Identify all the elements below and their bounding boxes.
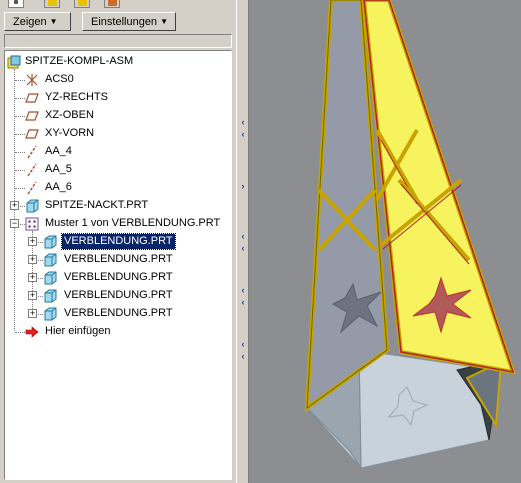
chevron-down-icon: ▼ bbox=[160, 17, 168, 26]
tree-item-yz-rechts[interactable]: YZ-RECHTS bbox=[5, 89, 231, 107]
tree-connector bbox=[15, 116, 25, 117]
collapse-left-icon[interactable]: ‹ bbox=[239, 232, 247, 241]
tree-item-aa-4[interactable]: AA_4 bbox=[5, 143, 231, 161]
csys-icon bbox=[26, 74, 38, 86]
tree-item-label: Muster 1 von VERBLENDUNG.PRT bbox=[45, 217, 221, 229]
tree-item-label: VERBLENDUNG.PRT bbox=[64, 271, 173, 283]
tree-item-verblendung-2[interactable]: + VERBLENDUNG.PRT bbox=[5, 251, 231, 269]
navigator-tabs bbox=[0, 0, 236, 10]
datum-axis-icon bbox=[27, 181, 37, 195]
collapse-left-icon[interactable]: ‹ bbox=[239, 298, 247, 307]
tree-item-label: Hier einfügen bbox=[45, 325, 111, 337]
collapse-left-icon[interactable]: ‹ bbox=[239, 352, 247, 361]
tree-item-label: XZ-OBEN bbox=[45, 109, 94, 121]
tab-folder-browser[interactable] bbox=[44, 0, 60, 8]
tree-toolbar: Zeigen ▼ Einstellungen ▼ bbox=[4, 12, 232, 32]
tree-item-aa-5[interactable]: AA_5 bbox=[5, 161, 231, 179]
tree-item-verblendung-5[interactable]: + VERBLENDUNG.PRT bbox=[5, 305, 231, 323]
collapse-left-icon[interactable]: ‹ bbox=[239, 286, 247, 295]
part-icon bbox=[44, 271, 57, 285]
datum-axis-icon bbox=[27, 145, 37, 159]
expand-right-icon[interactable]: › bbox=[239, 182, 247, 191]
show-dropdown-button[interactable]: Zeigen ▼ bbox=[4, 12, 71, 31]
show-dropdown-label: Zeigen bbox=[13, 16, 47, 28]
tree-item-label: VERBLENDUNG.PRT bbox=[61, 233, 176, 250]
collapse-left-icon[interactable]: ‹ bbox=[239, 130, 247, 139]
tree-root-label: SPITZE-KOMPL-ASM bbox=[25, 55, 134, 67]
datum-axis-icon bbox=[27, 163, 37, 177]
tree-root-row[interactable]: SPITZE-KOMPL-ASM bbox=[5, 53, 231, 71]
insert-arrow-icon bbox=[25, 326, 39, 338]
tree-connector bbox=[15, 332, 25, 333]
datum-plane-icon bbox=[25, 111, 39, 121]
tree-tab-icon bbox=[14, 0, 18, 4]
part-icon bbox=[44, 253, 57, 267]
tree-item-label: XY-VORN bbox=[45, 127, 95, 139]
collapse-left-icon[interactable]: ‹ bbox=[239, 244, 247, 253]
settings-dropdown-button[interactable]: Einstellungen ▼ bbox=[82, 12, 176, 31]
tree-item-verblendung-1[interactable]: + VERBLENDUNG.PRT bbox=[5, 233, 231, 251]
part-icon bbox=[26, 199, 39, 213]
tree-item-label: SPITZE-NACKT.PRT bbox=[45, 199, 149, 211]
tree-connector bbox=[15, 134, 25, 135]
tree-item-verblendung-3[interactable]: + VERBLENDUNG.PRT bbox=[5, 269, 231, 287]
tree-item-label: AA_5 bbox=[45, 163, 72, 175]
history-tab-icon bbox=[108, 0, 117, 6]
pattern-icon bbox=[25, 217, 39, 231]
datum-plane-icon bbox=[25, 93, 39, 103]
model-tree-panel: Zeigen ▼ Einstellungen ▼ SPITZE-KOMPL-ASM … bbox=[0, 0, 236, 483]
datum-plane-icon bbox=[25, 129, 39, 139]
favorites-tab-icon bbox=[78, 0, 87, 6]
folder-tab-icon bbox=[48, 0, 57, 6]
tree-item-label: VERBLENDUNG.PRT bbox=[64, 289, 173, 301]
tree-item-label: AA_4 bbox=[45, 145, 72, 157]
settings-dropdown-label: Einstellungen bbox=[91, 16, 158, 28]
expand-plus-icon[interactable]: + bbox=[28, 291, 37, 300]
tree-item-spitze-nackt[interactable]: + SPITZE-NACKT.PRT bbox=[5, 197, 231, 215]
expand-plus-icon[interactable]: + bbox=[28, 237, 37, 246]
tab-history[interactable] bbox=[104, 0, 120, 8]
tree-item-label: ACS0 bbox=[45, 73, 74, 85]
part-icon bbox=[44, 307, 57, 321]
tree-connector bbox=[15, 170, 25, 171]
tree-item-label: VERBLENDUNG.PRT bbox=[64, 253, 173, 265]
tree-filter-strip bbox=[4, 34, 232, 48]
chevron-down-icon: ▼ bbox=[49, 17, 58, 26]
part-icon bbox=[44, 289, 57, 303]
expand-plus-icon[interactable]: + bbox=[28, 309, 37, 318]
tree-item-xy-vorn[interactable]: XY-VORN bbox=[5, 125, 231, 143]
part-icon bbox=[44, 235, 57, 249]
collapse-left-icon[interactable]: ‹ bbox=[239, 118, 247, 127]
expand-plus-icon[interactable]: + bbox=[28, 255, 37, 264]
expand-plus-icon[interactable]: + bbox=[10, 201, 19, 210]
model-tree[interactable]: SPITZE-KOMPL-ASM ACS0 YZ-RECHTS XZ-OBEN … bbox=[4, 50, 232, 480]
expand-plus-icon[interactable]: + bbox=[28, 273, 37, 282]
panel-splitter[interactable]: ‹ ‹ › ‹ ‹ ‹ ‹ ‹ ‹ bbox=[236, 0, 249, 483]
tree-item-insert-here[interactable]: Hier einfügen bbox=[5, 323, 231, 341]
tree-item-label: AA_6 bbox=[45, 181, 72, 193]
tree-item-xz-oben[interactable]: XZ-OBEN bbox=[5, 107, 231, 125]
tree-item-pattern[interactable]: − Muster 1 von VERBLENDUNG.PRT bbox=[5, 215, 231, 233]
tree-connector bbox=[15, 98, 25, 99]
model-3d-viewport[interactable] bbox=[249, 0, 521, 483]
tree-item-label: YZ-RECHTS bbox=[45, 91, 108, 103]
tree-item-aa-6[interactable]: AA_6 bbox=[5, 179, 231, 197]
tree-item-label: VERBLENDUNG.PRT bbox=[64, 307, 173, 319]
tree-item-verblendung-4[interactable]: + VERBLENDUNG.PRT bbox=[5, 287, 231, 305]
spire-model-render bbox=[303, 0, 516, 470]
collapse-left-icon[interactable]: ‹ bbox=[239, 340, 247, 349]
assembly-icon bbox=[7, 55, 21, 69]
tab-model-tree[interactable] bbox=[8, 0, 24, 8]
tree-item-acs0[interactable]: ACS0 bbox=[5, 71, 231, 89]
tab-favorites[interactable] bbox=[74, 0, 90, 8]
collapse-minus-icon[interactable]: − bbox=[10, 219, 19, 228]
tree-connector bbox=[15, 80, 25, 81]
tree-connector bbox=[15, 188, 25, 189]
tree-connector bbox=[15, 152, 25, 153]
